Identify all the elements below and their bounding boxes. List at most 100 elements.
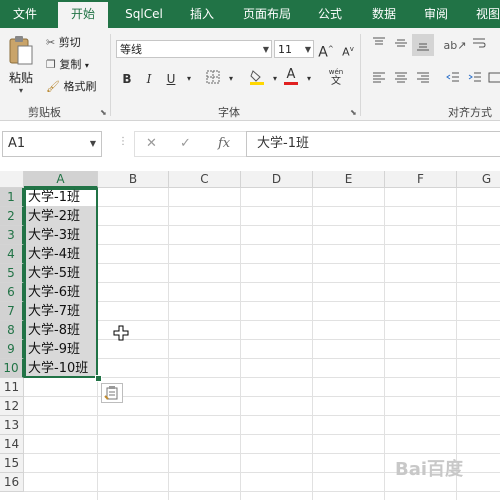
align-center-icon: [395, 72, 407, 83]
borders-dropdown-icon[interactable]: ▾: [222, 70, 240, 88]
align-right-button[interactable]: [414, 70, 432, 88]
ribbon: 粘贴 ▾ ✂ 剪切 ❐ 复制 ▾ 🖌 格式刷 剪贴板 ⬊ 等线 ▼ 11 ▼ A…: [0, 28, 500, 121]
column-header-b[interactable]: B: [98, 171, 169, 188]
row-header[interactable]: 12: [0, 397, 24, 416]
cell-cursor-icon: [113, 325, 129, 341]
row-header[interactable]: 9: [0, 340, 24, 359]
row-header[interactable]: 8: [0, 321, 24, 340]
wrap-text-button[interactable]: [470, 36, 488, 54]
cell-a7[interactable]: 大学-7班: [28, 302, 80, 321]
cell-a4[interactable]: 大学-4班: [28, 245, 80, 264]
tab-review[interactable]: 审阅: [414, 0, 458, 28]
column-header-f[interactable]: F: [385, 171, 457, 188]
row-header[interactable]: 15: [0, 454, 24, 473]
worksheet-grid[interactable]: A B C D E F G 1 2 3 4 5 6 7 8 9 10 11 12…: [0, 171, 500, 500]
copy-button[interactable]: ❐ 复制 ▾: [46, 56, 89, 74]
cell-a1[interactable]: 大学-1班: [28, 188, 80, 207]
cut-button[interactable]: ✂ 剪切: [46, 34, 81, 52]
fill-color-button[interactable]: [248, 68, 266, 86]
row-header[interactable]: 2: [0, 207, 24, 226]
cell-a3[interactable]: 大学-3班: [28, 226, 80, 245]
align-left-button[interactable]: [370, 70, 388, 88]
font-group-label: 字体: [218, 106, 240, 119]
column-header-e[interactable]: E: [313, 171, 385, 188]
align-top-button[interactable]: [370, 36, 388, 54]
font-family-select[interactable]: 等线 ▼: [116, 40, 272, 58]
tab-sqlcel[interactable]: SqlCel: [114, 0, 174, 28]
row-header[interactable]: 14: [0, 435, 24, 454]
row-header[interactable]: 6: [0, 283, 24, 302]
paste-button[interactable]: 粘贴 ▾: [6, 34, 36, 104]
column-header-g[interactable]: G: [457, 171, 500, 188]
row-header[interactable]: 7: [0, 302, 24, 321]
row-header[interactable]: 4: [0, 245, 24, 264]
name-box-value: A1: [8, 136, 26, 151]
paste-dropdown-icon[interactable]: ▾: [6, 86, 36, 95]
grow-font-button[interactable]: A^: [317, 40, 335, 61]
quick-analysis-icon: [104, 386, 118, 400]
align-bottom-icon: [417, 43, 429, 51]
font-size-select[interactable]: 11 ▼: [274, 40, 314, 58]
name-box[interactable]: A1 ▼: [2, 131, 102, 157]
cell-a5[interactable]: 大学-5班: [28, 264, 80, 283]
font-color-dropdown-icon[interactable]: ▾: [300, 70, 318, 88]
clipboard-dialog-launcher-icon[interactable]: ⬊: [100, 108, 107, 117]
shrink-font-button[interactable]: Av: [339, 40, 357, 59]
font-color-button[interactable]: A: [282, 68, 300, 86]
merge-icon: [488, 72, 500, 83]
orientation-button[interactable]: ab↗: [442, 36, 468, 54]
tab-home[interactable]: 开始: [58, 2, 108, 28]
gridline: [456, 188, 457, 500]
row-header[interactable]: 11: [0, 378, 24, 397]
cell-a6[interactable]: 大学-6班: [28, 283, 80, 302]
font-dialog-launcher-icon[interactable]: ⬊: [350, 108, 357, 117]
cell-a8[interactable]: 大学-8班: [28, 321, 80, 340]
paint-bucket-icon: [250, 70, 264, 85]
italic-button[interactable]: I: [140, 70, 158, 88]
phonetic-button[interactable]: wén 文: [322, 68, 350, 87]
column-header-a[interactable]: A: [24, 171, 98, 188]
align-center-button[interactable]: [392, 70, 410, 88]
formula-input[interactable]: 大学-1班: [246, 131, 500, 157]
row-header[interactable]: 13: [0, 416, 24, 435]
row-header[interactable]: 3: [0, 226, 24, 245]
column-header-d[interactable]: D: [241, 171, 313, 188]
increase-indent-button[interactable]: [466, 70, 484, 88]
cancel-icon[interactable]: ✕: [146, 131, 157, 157]
fill-handle[interactable]: [95, 375, 102, 382]
cell-a9[interactable]: 大学-9班: [28, 340, 80, 359]
align-top-icon: [373, 37, 385, 45]
decrease-indent-button[interactable]: [444, 70, 462, 88]
underline-button[interactable]: U: [162, 70, 180, 88]
column-header-c[interactable]: C: [169, 171, 241, 188]
tab-formulas[interactable]: 公式: [308, 0, 352, 28]
row-header[interactable]: 1: [0, 188, 24, 207]
cell-a2[interactable]: 大学-2班: [28, 207, 80, 226]
align-right-icon: [417, 72, 429, 83]
borders-button[interactable]: [204, 70, 222, 88]
tab-data[interactable]: 数据: [362, 0, 406, 28]
row-header[interactable]: 10: [0, 359, 24, 378]
quick-analysis-button[interactable]: [101, 383, 123, 403]
enter-icon[interactable]: ✓: [180, 131, 191, 157]
row-header[interactable]: 5: [0, 264, 24, 283]
cell-a10[interactable]: 大学-10班: [28, 359, 88, 378]
tab-insert[interactable]: 插入: [180, 0, 224, 28]
tab-file[interactable]: 文件: [0, 0, 50, 28]
chevron-down-icon[interactable]: ▼: [90, 132, 96, 156]
row-header[interactable]: 16: [0, 473, 24, 492]
font-family-value: 等线: [120, 43, 142, 56]
tab-page-layout[interactable]: 页面布局: [232, 0, 302, 28]
align-bottom-button[interactable]: [412, 34, 434, 56]
align-middle-button[interactable]: [392, 36, 410, 54]
tab-view[interactable]: 视图: [466, 0, 500, 28]
format-painter-button[interactable]: 🖌 格式刷: [46, 78, 96, 96]
bold-button[interactable]: B: [118, 70, 136, 88]
copy-icon: ❐: [46, 58, 56, 71]
insert-function-button[interactable]: fx: [218, 131, 230, 157]
underline-dropdown-icon[interactable]: ▾: [180, 70, 198, 88]
brush-icon: 🖌: [46, 80, 60, 93]
merge-center-button[interactable]: [486, 70, 500, 88]
clipboard-group-label: 剪贴板: [28, 106, 61, 119]
select-all-corner[interactable]: [0, 171, 24, 188]
